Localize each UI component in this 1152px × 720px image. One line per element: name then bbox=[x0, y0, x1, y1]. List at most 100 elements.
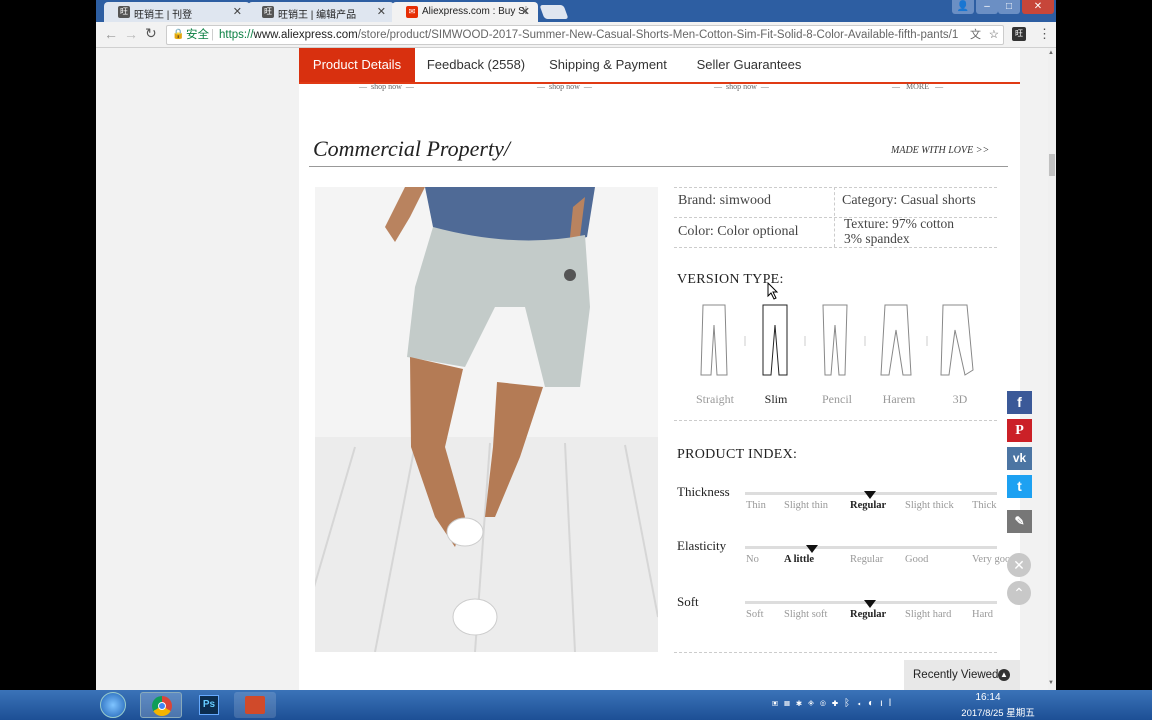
index-tick-label: Regular bbox=[850, 500, 887, 511]
attr-texture: Texture: 97% cotton bbox=[844, 216, 955, 231]
pencil-pants-icon[interactable] bbox=[822, 304, 848, 376]
windows-taskbar: Ps ▣▦✱◈◎✚ᛒ◂◐ıl 16:14 2017/8/25 星期五 bbox=[0, 690, 1152, 720]
system-tray-icons[interactable]: ▣▦✱◈◎✚ᛒ◂◐ıl bbox=[772, 698, 952, 712]
straight-pants-icon[interactable] bbox=[700, 304, 728, 376]
address-divider: | bbox=[211, 29, 214, 41]
harem-pants-icon[interactable] bbox=[880, 304, 912, 376]
index-tick-label: Slight hard bbox=[905, 609, 952, 620]
new-tab-button[interactable] bbox=[539, 5, 569, 19]
version-straight[interactable]: Straight bbox=[685, 392, 745, 407]
bookmark-star-icon[interactable]: ☆ bbox=[988, 26, 999, 44]
section-border bbox=[674, 652, 997, 653]
shop-now-link[interactable]: — shop now — bbox=[359, 82, 414, 91]
minimize-icon[interactable]: – bbox=[976, 0, 998, 14]
version-3d[interactable]: 3D bbox=[930, 392, 990, 407]
browser-toolbar: ← → ↻ 🔒 安全 | https://www.aliexpress.com/… bbox=[96, 22, 1056, 48]
section-divider bbox=[309, 166, 1008, 167]
browser-tab-title: Aliexpress.com : Buy Si bbox=[422, 6, 528, 17]
index-tick-label: Thin bbox=[746, 500, 766, 511]
version-type-figures bbox=[700, 304, 974, 376]
clock-date[interactable]: 2017/8/25 星期五 bbox=[948, 705, 1048, 719]
shop-now-link[interactable]: — shop now — bbox=[537, 82, 592, 91]
slim-pants-icon[interactable] bbox=[762, 304, 788, 376]
index-tick-label: Good bbox=[905, 554, 929, 565]
edit-icon[interactable]: ✎ bbox=[1007, 510, 1032, 533]
close-tab-icon[interactable]: ✕ bbox=[377, 5, 386, 18]
thickness-marker bbox=[864, 491, 876, 499]
translate-icon[interactable]: 文 bbox=[966, 26, 981, 44]
recently-viewed-label: Recently Viewed bbox=[913, 669, 999, 681]
tab-shipping-payment[interactable]: Shipping & Payment bbox=[543, 48, 673, 82]
clock-time[interactable]: 16:14 bbox=[960, 692, 1016, 703]
web-page: Product Details Feedback (2558) Shipping… bbox=[96, 48, 1048, 690]
browser-tab-2[interactable]: 旺 旺销王 | 编辑产品 ✕ bbox=[248, 2, 394, 22]
close-window-icon[interactable]: ✕ bbox=[1022, 0, 1054, 14]
menu-icon[interactable]: ⋮ bbox=[1038, 26, 1051, 42]
index-tick-label: Soft bbox=[746, 609, 764, 620]
close-tab-icon[interactable]: ✕ bbox=[521, 5, 530, 18]
back-to-top-icon[interactable]: ⌃ bbox=[1007, 581, 1031, 605]
close-tab-icon[interactable]: ✕ bbox=[233, 5, 242, 18]
page-scrollbar[interactable]: ▲ ▼ bbox=[1048, 48, 1056, 690]
tab-feedback[interactable]: Feedback (2558) bbox=[421, 48, 531, 82]
attr-color: Color: Color optional bbox=[678, 224, 799, 239]
version-harem[interactable]: Harem bbox=[869, 392, 929, 407]
index-elasticity-label: Elasticity bbox=[677, 538, 727, 553]
url-scheme: https:// bbox=[219, 29, 254, 41]
photoshop-taskbar-icon[interactable]: Ps bbox=[188, 692, 230, 718]
back-icon[interactable]: ← bbox=[104, 26, 118, 42]
version-pencil[interactable]: Pencil bbox=[807, 392, 867, 407]
vk-share-icon[interactable]: vk bbox=[1007, 447, 1032, 470]
app-taskbar-icon[interactable] bbox=[234, 692, 276, 718]
browser-tab-1[interactable]: 旺 旺销王 | 刊登 ✕ bbox=[104, 2, 250, 22]
more-link[interactable]: — MORE — bbox=[892, 82, 943, 91]
index-tick-label: Slight thick bbox=[905, 500, 954, 511]
tab-strip: 旺 旺销王 | 刊登 ✕ 旺 旺销王 | 编辑产品 ✕ ✉ Aliexpress… bbox=[96, 0, 1056, 22]
tab-seller-guarantees[interactable]: Seller Guarantees bbox=[687, 48, 811, 82]
url-path: /store/product/SIMWOOD-2017-Summer-New-C… bbox=[357, 29, 959, 41]
index-thickness-label: Thickness bbox=[677, 484, 730, 499]
wangxiaowang-icon: 旺 bbox=[262, 6, 274, 18]
section-border bbox=[674, 420, 997, 421]
forward-icon[interactable]: → bbox=[124, 26, 138, 42]
attr-brand: Brand: simwood bbox=[678, 193, 771, 208]
attr-border bbox=[834, 187, 835, 247]
shop-now-link[interactable]: — shop now — bbox=[714, 82, 769, 91]
url-host: www.aliexpress.com bbox=[253, 29, 358, 41]
index-tick-label: Regular bbox=[850, 554, 884, 565]
tab-product-details[interactable]: Product Details bbox=[299, 48, 415, 82]
browser-tab-title: 旺销王 | 编辑产品 bbox=[278, 10, 357, 21]
maximize-icon[interactable]: □ bbox=[998, 0, 1020, 14]
wangxiaowang-icon: 旺 bbox=[118, 6, 130, 18]
made-with-love-link[interactable]: MADE WITH LOVE >> bbox=[891, 145, 989, 156]
chrome-taskbar-icon[interactable] bbox=[140, 692, 182, 718]
browser-tab-3-active[interactable]: ✉ Aliexpress.com : Buy Si ✕ bbox=[392, 2, 538, 22]
version-slim[interactable]: Slim bbox=[746, 392, 806, 407]
facebook-share-icon[interactable]: f bbox=[1007, 391, 1032, 414]
product-nav: Product Details Feedback (2558) Shipping… bbox=[299, 48, 1020, 84]
pinterest-share-icon[interactable]: P bbox=[1007, 419, 1032, 442]
scroll-up-icon[interactable]: ▲ bbox=[1048, 50, 1054, 56]
attr-border bbox=[674, 187, 997, 188]
user-icon[interactable]: 👤 bbox=[952, 0, 974, 14]
reload-icon[interactable]: ↻ bbox=[145, 25, 157, 42]
scrollbar-thumb[interactable] bbox=[1049, 154, 1055, 176]
lock-icon: 🔒 bbox=[172, 29, 185, 40]
shop-now-label: shop now bbox=[549, 82, 580, 91]
mouse-cursor-icon bbox=[767, 282, 779, 300]
extension-icon[interactable]: 旺 bbox=[1012, 27, 1026, 41]
close-share-icon[interactable]: ✕ bbox=[1007, 553, 1031, 577]
address-bar[interactable]: 🔒 安全 | https://www.aliexpress.com/store/… bbox=[166, 25, 1004, 45]
shop-now-label: shop now bbox=[726, 82, 757, 91]
twitter-share-icon[interactable]: t bbox=[1007, 475, 1032, 498]
3d-pants-icon[interactable] bbox=[940, 304, 974, 376]
scroll-down-icon[interactable]: ▼ bbox=[1048, 680, 1054, 686]
product-photo bbox=[315, 187, 658, 652]
more-label: MORE bbox=[906, 82, 930, 91]
start-button[interactable] bbox=[100, 692, 126, 718]
product-index-title: PRODUCT INDEX: bbox=[677, 447, 798, 462]
recently-viewed-button[interactable]: Recently Viewed ▲ bbox=[904, 660, 1020, 690]
shop-now-label: shop now bbox=[371, 82, 402, 91]
aliexpress-icon: ✉ bbox=[406, 6, 418, 18]
soft-marker bbox=[864, 600, 876, 608]
